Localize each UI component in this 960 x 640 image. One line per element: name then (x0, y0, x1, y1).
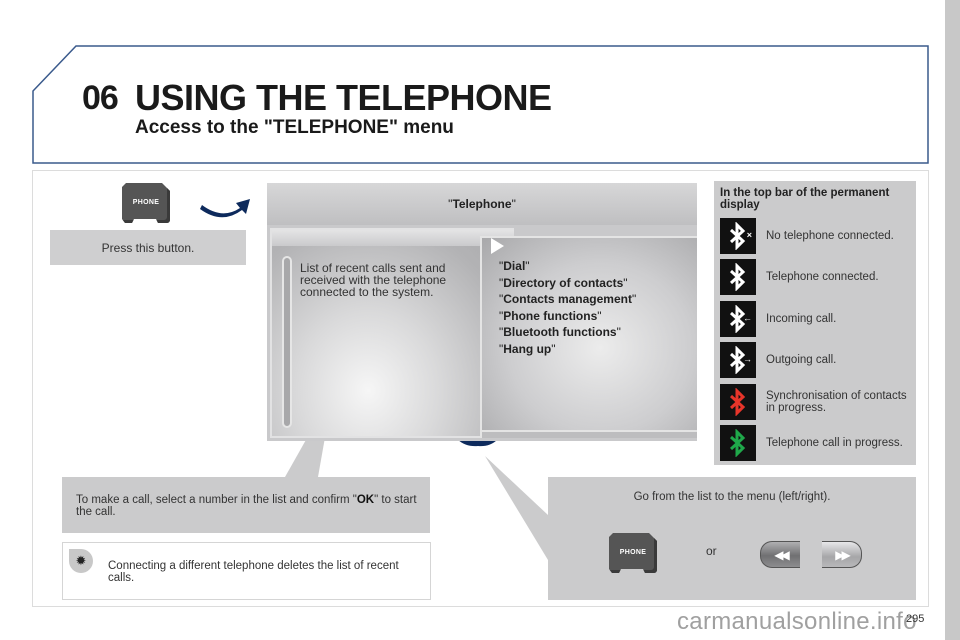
menu-item[interactable]: "Dial" (499, 258, 636, 275)
status-badge: → (743, 354, 752, 364)
ok-label: OK (356, 494, 375, 506)
menu-item[interactable]: "Directory of contacts" (499, 275, 636, 292)
watermark: carmanualsonline.info (677, 608, 917, 635)
rewind-icon: ◀◀ (774, 547, 790, 562)
menu-item-label: Bluetooth functions (503, 325, 617, 339)
page-number: 295 (906, 613, 925, 625)
status-panel-title: In the top bar of the permanent display (720, 187, 890, 211)
screen-title-bar: " Telephone " (267, 183, 697, 225)
menu-item-label: Contacts management (503, 292, 632, 306)
menu-item-label: Hang up (503, 341, 552, 356)
status-label: Incoming call. (766, 313, 837, 325)
navigate-text: Go from the list to the menu (left/right… (633, 491, 831, 503)
menu-item[interactable]: "Phone functions" (499, 308, 636, 325)
status-row: Telephone call in progress. (720, 424, 912, 462)
status-row: → Outgoing call. (720, 341, 912, 379)
section-subtitle: Access to the "TELEPHONE" menu (135, 117, 454, 138)
bluetooth-incoming-icon: ← (720, 301, 756, 337)
bluetooth-outgoing-icon: → (720, 342, 756, 378)
recent-calls-description: List of recent calls sent and received w… (300, 261, 447, 299)
menu-item-label: Dial (503, 259, 526, 273)
bluetooth-call-icon (720, 425, 756, 461)
menu-item[interactable]: "Bluetooth functions" (499, 324, 636, 341)
status-label: Synchronisation of contacts in progress. (766, 390, 907, 414)
page-title: USING THE TELEPHONE (135, 77, 552, 118)
menu-list: "Dial" "Directory of contacts" "Contacts m… (499, 258, 636, 357)
status-row: Telephone connected. (720, 258, 912, 296)
page-edge-strip (945, 0, 960, 640)
play-arrow-icon (491, 238, 504, 254)
telephone-screen: " Telephone " List of recent calls sent an… (267, 183, 697, 441)
telephone-menu: "Dial" "Directory of contacts" "Contacts m… (480, 236, 697, 438)
status-label: Outgoing call. (766, 354, 837, 366)
seek-forward-button[interactable]: ▶▶ (822, 541, 862, 568)
status-row: × No telephone connected. (720, 217, 912, 255)
seek-back-button[interactable]: ◀◀ (760, 541, 800, 568)
navigate-callout: Go from the list to the menu (left/right… (548, 477, 916, 600)
status-row: ← Incoming call. (720, 300, 912, 338)
status-label: No telephone connected. (766, 230, 894, 242)
make-call-callout: To make a call, select a number in the l… (62, 477, 430, 533)
phone-button-label: PHONE (132, 198, 160, 206)
lightbulb-icon: ✹ (69, 549, 93, 573)
status-badge: × (746, 230, 752, 240)
menu-item[interactable]: "Contacts management" (499, 291, 636, 308)
bluetooth-connected-icon (720, 259, 756, 295)
chapter-header: 06 USING THE TELEPHONE Access to the "TE… (32, 45, 929, 164)
menu-item[interactable]: "Hang up" (499, 341, 636, 358)
status-label: Telephone call in progress. (766, 437, 903, 449)
status-label: Telephone connected. (766, 271, 879, 283)
phone-button-secondary[interactable]: PHONE (609, 533, 657, 573)
scrollbar[interactable] (282, 256, 292, 428)
tip-text: Connecting a different telephone deletes… (108, 560, 399, 584)
chapter-number: 06 (82, 79, 119, 117)
bluetooth-disconnected-icon: × (720, 218, 756, 254)
recent-calls-list[interactable]: List of recent calls sent and received w… (270, 228, 514, 438)
status-badge: ← (743, 313, 752, 323)
bluetooth-sync-icon (720, 384, 756, 420)
or-label: or (706, 544, 717, 558)
menu-item-label: Phone functions (503, 308, 598, 323)
fast-forward-icon: ▶▶ (835, 547, 851, 562)
phone-button-label: PHONE (619, 548, 647, 556)
tip-box: ✹ Connecting a different telephone delet… (62, 542, 431, 600)
press-button-caption: Press this button. (50, 230, 246, 265)
menu-item-label: Directory of contacts (503, 275, 624, 290)
status-row: Synchronisation of contacts in progress. (720, 383, 912, 421)
screen-title: Telephone (452, 197, 512, 211)
phone-button[interactable]: PHONE (122, 183, 170, 223)
status-icons-panel: In the top bar of the permanent display … (714, 181, 916, 465)
